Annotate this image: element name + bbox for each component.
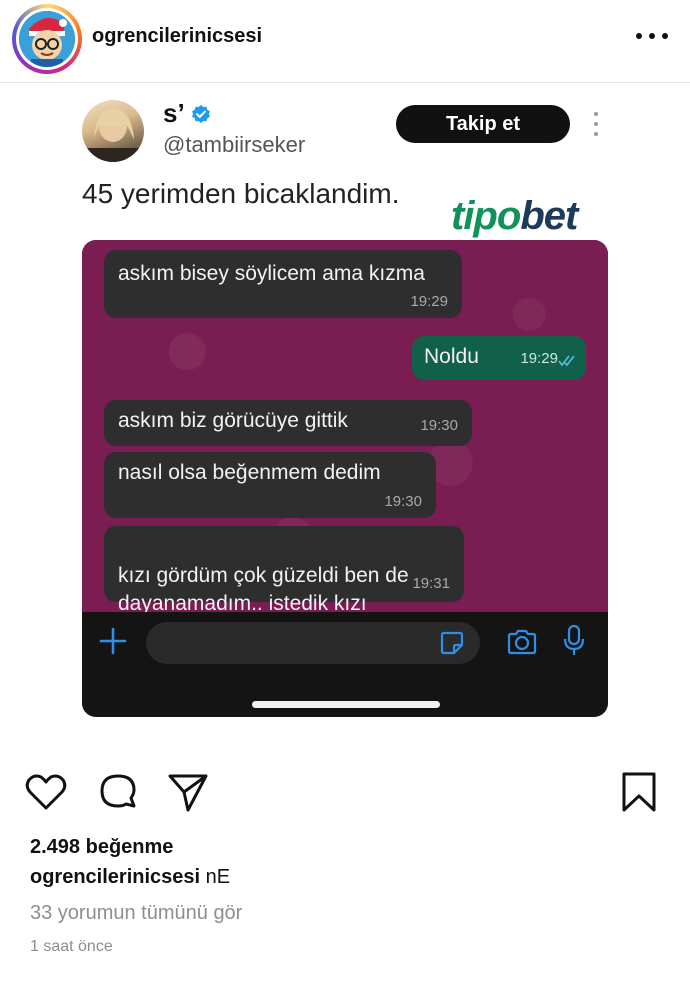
tweet-avatar [82,100,144,162]
camera-icon [507,629,537,655]
more-horizontal-icon[interactable] [636,22,668,50]
cartoon-avatar-icon [19,11,75,67]
chat-input-bar [82,612,608,717]
comment-icon[interactable] [96,770,140,814]
caption: ogrencilerinicsesi nE [30,866,230,889]
message-bubble-incoming: askım biz görücüye gittik 19:30 [104,400,472,446]
plus-icon [99,627,127,655]
sticker-icon [440,631,464,655]
tweet-more-icon [592,112,600,136]
message-bubble-outgoing: Noldu 19:29 [412,336,586,380]
message-time: 19:30 [384,493,422,510]
avatar[interactable] [12,4,82,74]
send-icon[interactable] [166,770,210,814]
message-time: 19:30 [420,417,458,434]
follow-button: Takip et [396,105,570,143]
verified-badge-icon [192,105,210,123]
message-time: 19:29 [520,350,558,367]
message-time: 19:31 [412,575,450,592]
tweet-display-name: s’ [163,98,185,128]
caption-text: nE [205,866,231,888]
chat-screenshot: askım bisey söylicem ama kızma 19:29 Nol… [82,240,608,717]
likes-count[interactable]: 2.498 beğenme [30,836,173,859]
home-indicator [252,701,440,708]
tweet-handle: @tambiirseker [163,132,306,157]
heart-icon[interactable] [24,770,68,814]
message-text: askım bisey söylicem ama kızma [118,262,425,285]
bookmark-icon[interactable] [618,770,662,814]
post-header: ogrencilerinicsesi [0,0,690,83]
message-text: Noldu [424,345,479,368]
caption-username[interactable]: ogrencilerinicsesi [30,866,200,888]
message-time: 19:29 [410,293,448,310]
message-bubble-incoming: askım bisey söylicem ama kızma 19:29 [104,250,462,318]
microphone-icon [563,624,585,655]
view-all-comments-link[interactable]: 33 yorumun tümünü gör [30,902,242,925]
message-input [146,622,480,664]
tweet-text: 45 yerimden bicaklandim. [82,178,400,209]
message-text: askım biz görücüye gittik [118,409,348,432]
read-ticks-icon [558,355,575,367]
tipobet-watermark: tipobet [451,194,578,238]
message-text: kızı gördüm çok güzeldi ben de dayanamad… [118,564,409,615]
post-timestamp: 1 saat önce [30,938,113,955]
message-bubble-incoming: kızı gördüm çok güzeldi ben de dayanamad… [104,526,464,615]
post-username[interactable]: ogrencilerinicsesi [92,25,262,48]
message-bubble-incoming: nasıl olsa beğenmem dedim 19:30 [104,452,436,518]
message-text: nasıl olsa beğenmem dedim [118,461,381,484]
